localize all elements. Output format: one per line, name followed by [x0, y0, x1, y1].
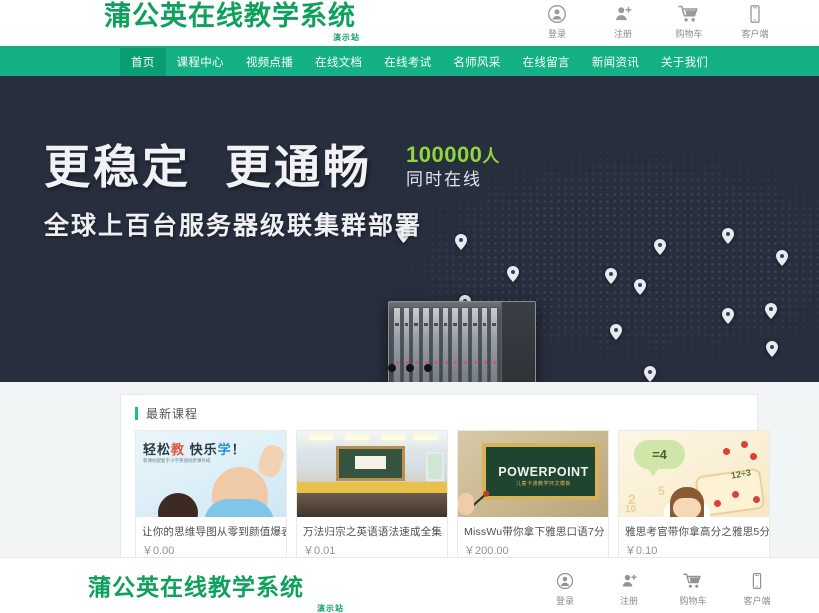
footer-action-label: 购物车 [679, 596, 707, 606]
course-card[interactable]: 轻松教 快乐学！ 新课标配套于小学英语同步课外班 让你的思维导图从零到颜值爆表!… [135, 430, 287, 565]
user-plus-icon [620, 570, 638, 592]
banner-subline: 全球上百台服务器级联集群部署 [44, 211, 423, 240]
shopping-cart-icon [683, 570, 703, 592]
logo-title: 蒲公英在线教学系统 [104, 1, 356, 32]
map-pin-icon [654, 239, 666, 255]
footer-action-cart[interactable]: 购物车 [671, 568, 715, 607]
mobile-phone-icon [745, 3, 765, 25]
course-title: 让你的思维导图从零到颜值爆表! [142, 526, 286, 538]
header-action-cart[interactable]: 购物车 [667, 1, 711, 40]
nav-item-teachers[interactable]: 名师风采 [442, 48, 511, 76]
hero-banner[interactable]: 更稳定 更通畅 100000人 同时在线 全球上百台服务器级联集群部署 [0, 76, 819, 382]
mobile-phone-icon [748, 570, 766, 592]
nav-item-video[interactable]: 视频点播 [235, 48, 304, 76]
section-title: 最新课程 [146, 407, 199, 421]
map-pin-icon [776, 250, 788, 266]
header-actions: 登录 注册 购物车 客户端 [535, 1, 777, 40]
thumb-headline: =4 [634, 439, 685, 477]
header-action-label: 购物车 [675, 29, 703, 39]
nav-item-documents[interactable]: 在线文档 [304, 48, 373, 76]
footer-logo-title: 蒲公英在线教学系统 [88, 575, 304, 601]
header-action-label: 注册 [613, 29, 632, 39]
course-thumbnail: 轻松教 快乐学！ 新课标配套于小学英语同步课外班 [136, 431, 286, 517]
main-navigation: 首页 课程中心 视频点播 在线文档 在线考试 名师风采 在线留言 新闻资讯 关于… [0, 48, 819, 76]
nav-item-course-center[interactable]: 课程中心 [166, 48, 235, 76]
course-card[interactable]: POWERPOINT 儿童卡通教学环文模板 MissWu带你拿下雅思口语7分 ￥… [457, 430, 609, 565]
nav-item-exams[interactable]: 在线考试 [373, 48, 442, 76]
map-pin-icon [765, 303, 777, 319]
banner-headline-1: 更稳定 [44, 140, 191, 194]
course-title: MissWu带你拿下雅思口语7分 [464, 526, 605, 538]
banner-user-count-unit: 人 [482, 147, 500, 166]
header-action-register[interactable]: 注册 [601, 1, 645, 40]
footer-action-register[interactable]: 注册 [607, 568, 651, 607]
map-pin-icon [507, 266, 519, 282]
map-pin-icon [766, 341, 778, 357]
header-action-label: 客户端 [741, 29, 769, 39]
banner-headline-2: 更通畅 [225, 140, 372, 194]
course-thumbnail [297, 431, 447, 517]
nav-item-news[interactable]: 新闻资讯 [581, 48, 650, 76]
course-title: 雅思考官带你拿高分之雅思5分全程课 [625, 526, 769, 538]
course-thumbnail: POWERPOINT 儿童卡通教学环文模板 [458, 431, 608, 517]
carousel-dots [0, 364, 819, 372]
banner-user-count: 100000 [406, 142, 483, 167]
footer-action-label: 登录 [555, 596, 574, 606]
course-title: 万法归宗之英语语法速成全集 [303, 526, 443, 538]
footer-header-strip: 蒲公英在线教学系统 演示站 登录 注册 购物车 客户端 [0, 557, 819, 613]
map-pin-icon [722, 228, 734, 244]
section-accent-bar [135, 407, 138, 420]
map-pin-icon [610, 324, 622, 340]
content-area: 最新课程 轻松教 快乐学！ 新课标配套于小学英语同步课外班 让你的思维导图从零到… [0, 382, 819, 565]
footer-action-label: 注册 [619, 596, 638, 606]
footer-actions: 登录 注册 购物车 客户端 [543, 568, 779, 607]
footer-action-label: 客户端 [743, 596, 771, 606]
map-pin-icon [634, 279, 646, 295]
map-pin-icon [605, 268, 617, 284]
user-circle-icon [556, 570, 574, 592]
latest-courses-header: 最新课程 [135, 405, 743, 430]
course-card[interactable]: 25104 =4 12÷3 雅思考官带你拿高分之雅思5分全程课 ￥0.10 [618, 430, 770, 565]
header-action-client[interactable]: 客户端 [733, 1, 777, 40]
thumb-headline: 轻松教 快乐学！ [143, 442, 246, 457]
nav-item-messages[interactable]: 在线留言 [512, 48, 581, 76]
site-header: 蒲公英在线教学系统 演示站 登录 注册 购物车 客户端 [0, 0, 819, 48]
course-card[interactable]: 万法归宗之英语语法速成全集 ￥0.01 [296, 430, 448, 565]
banner-text-block: 更稳定 更通畅 100000人 同时在线 全球上百台服务器级联集群部署 [44, 140, 500, 242]
footer-action-login[interactable]: 登录 [543, 568, 587, 607]
user-plus-icon [613, 3, 633, 25]
footer-logo[interactable]: 蒲公英在线教学系统 演示站 [88, 572, 348, 613]
nav-item-about[interactable]: 关于我们 [650, 48, 719, 76]
carousel-dot-2[interactable] [405, 364, 414, 372]
carousel-dot-1[interactable] [387, 364, 396, 372]
logo-subtitle: 演示站 [333, 33, 360, 42]
thumb-subline: 儿童卡通教学环文模板 [515, 481, 571, 488]
banner-count-caption: 同时在线 [406, 170, 482, 189]
header-action-login[interactable]: 登录 [535, 1, 579, 40]
header-action-label: 登录 [547, 29, 566, 39]
thumb-headline: POWERPOINT [498, 465, 589, 480]
thumb-subline: 新课标配套于小学英语同步课外班 [143, 458, 211, 463]
site-logo[interactable]: 蒲公英在线教学系统 演示站 [104, 1, 364, 47]
shopping-cart-icon [678, 3, 700, 25]
latest-courses-panel: 最新课程 轻松教 快乐学！ 新课标配套于小学英语同步课外班 让你的思维导图从零到… [120, 394, 770, 565]
course-thumbnail: 25104 =4 12÷3 [619, 431, 769, 517]
course-card-grid: 轻松教 快乐学！ 新课标配套于小学英语同步课外班 让你的思维导图从零到颜值爆表!… [135, 430, 770, 565]
page-root: 蒲公英在线教学系统 演示站 登录 注册 购物车 客户端 首页 课程中心 视频点播… [0, 0, 819, 613]
footer-action-client[interactable]: 客户端 [735, 568, 779, 607]
nav-item-home[interactable]: 首页 [120, 48, 166, 76]
carousel-dot-3[interactable] [423, 364, 432, 372]
user-circle-icon [547, 3, 567, 25]
map-pin-icon [722, 308, 734, 324]
footer-logo-subtitle: 演示站 [317, 604, 344, 613]
